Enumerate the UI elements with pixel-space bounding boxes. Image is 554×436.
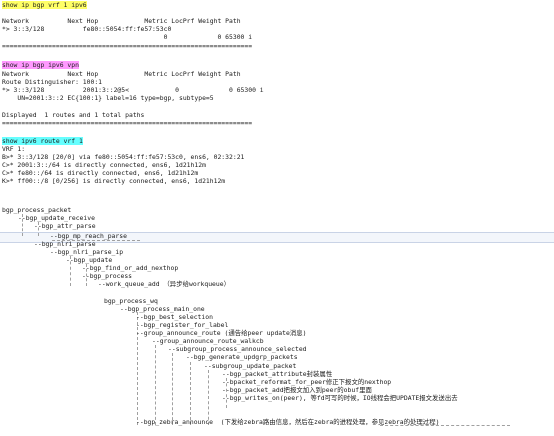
tree-node: --group_announce_route (通告给peer update消息… [136,329,307,337]
tree-node: --bgp_update [66,256,113,264]
tree-node: --subgroup_update_packet [204,362,297,370]
tree-node: --bpacket_reformat_for_peer修正下报文的nexthop [222,378,392,386]
route-entry: C>* fe80::/64 is directly connected, ens… [2,169,199,177]
tree-node: --bgp_writes_on(peer), 等fd可写的时候，IO线程会把UP… [222,394,458,402]
tree-node: --bgp_process_main_one [120,305,205,313]
tree-node: --bgp_attr_parse [34,222,96,230]
command-show-ip-bgp-vrf: show ip bgp vrf 1 ipv6 [2,1,87,9]
table2-row: *> 3::3/128 2001:3::2@5< 0 0 65300 i [2,86,264,94]
tree-guide-line [190,362,191,425]
tree-guide-line [155,345,156,425]
tree-node: --bgp_packet_attribute封装属性 [222,370,333,378]
table1-header: Network Next Hop Metric LocPrf Weight Pa… [2,17,241,25]
tree-node: --bgp_nlri_parse_ip [50,248,124,256]
tree-node: --bgp_nlri_parse [34,240,96,248]
tree-node: --group_announce_route_walkcb [152,337,264,345]
table2-header: Network Next Hop Metric LocPrf Weight Pa… [2,70,241,78]
command-show-ipv6-route-vrf: show ipv6 route vrf 1 [2,137,83,145]
tree-node: --bgp_mp_reach_parse [50,232,127,240]
tree-node: --bgp_find_or_add_nexthop [82,264,179,272]
route-distinguisher: Route Distinguisher: 100:1 [2,78,103,86]
tree-node: --subgroup_process_announce_selected [168,345,307,353]
tree-guide-line [208,370,209,425]
table1-row-cont: 0 0 65300 i [2,33,253,41]
route-entry: C>* 2001:3::/64 is directly connected, e… [2,161,206,169]
tree-node: --bgp_register_for_label [136,321,229,329]
tree-node: --bgp_zebra_announce (下发给zebra路由信息，然后在ze… [136,418,440,426]
route-vrf-label: VRF 1: [2,145,26,153]
separator: ========================================… [2,119,253,127]
tree-node: --bgp_update_receive [18,214,95,222]
command-show-ip-bgp-ipv6-vpn: show ip bgp ipv6 vpn [2,61,79,69]
tree-guide-line [172,353,173,425]
tree-node: --bgp_best_selection [136,313,213,321]
separator: ========================================… [2,42,253,50]
table1-row: *> 3::3/128 fe80::5054:ff:fe57:53c0 [2,25,172,33]
tree-node: --bgp_generate_updgrp_packets [186,353,298,361]
route-entry: B>* 3::3/128 [20/0] via fe80::5054:ff:fe… [2,153,245,161]
displayed-summary: Displayed 1 routes and 1 total paths [2,111,145,119]
route-entry: K>* ff00::/8 [0/256] is directly connect… [2,177,226,185]
tree-node: bgp_process_packet [2,206,72,214]
tree-node: --bgp_packet_add把报文加入到peer的obuf里面 [222,386,372,394]
tree-node: --bgp_process [82,272,133,280]
table2-row-detail: UN=2001:3::2 EC{100:1} label=16 type=bgp… [2,94,214,102]
tree-node: bgp_process_wq [104,297,158,305]
tree-node: --work_queue_add （异步给workqueue） [98,280,230,288]
